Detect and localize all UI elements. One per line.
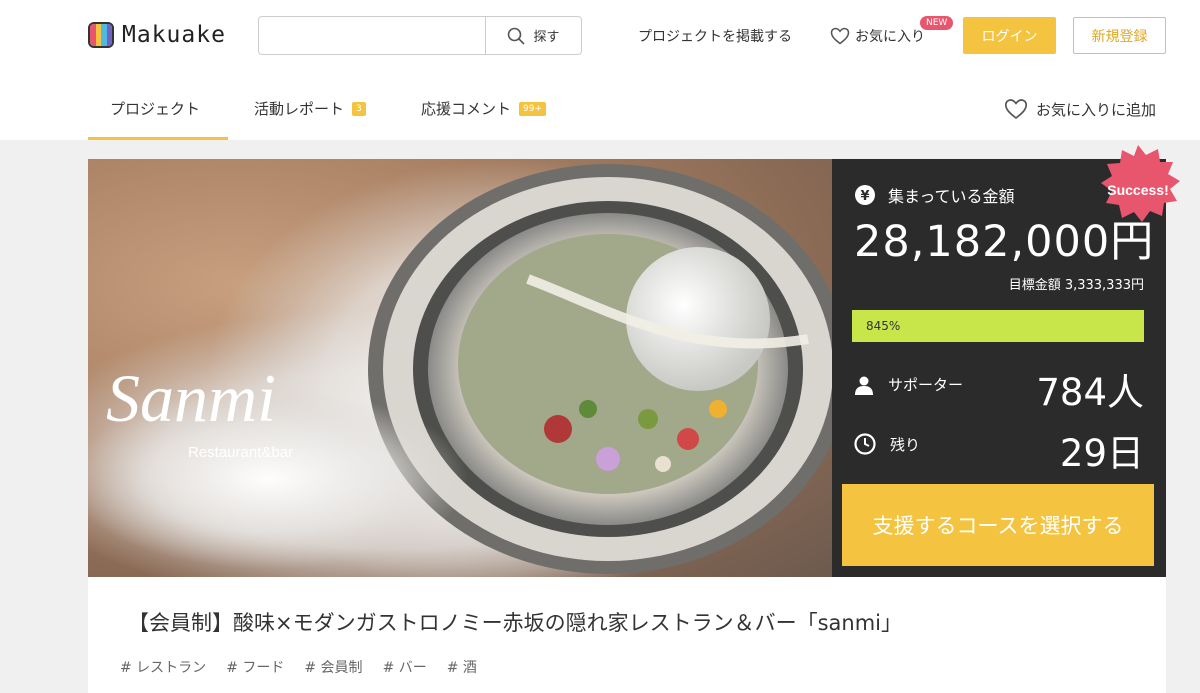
login-button[interactable]: ログイン	[963, 17, 1056, 54]
funding-stats-panel: Success! ¥ 集まっている金額 28,182,000円 目標金額 3,3…	[832, 145, 1180, 577]
progress-bar: 845%	[852, 310, 1144, 342]
search-button[interactable]: 探す	[485, 17, 581, 54]
search-bar: 探す	[258, 16, 582, 55]
remaining-label: 残り	[890, 435, 921, 454]
logo-text: Makuake	[122, 22, 226, 48]
tab-comments[interactable]: 応援コメント 99+	[421, 98, 547, 119]
site-header: Makuake 探す プロジェクトを掲載する お気に入り NEW ログイン 新規…	[0, 0, 1200, 140]
success-badge-label: Success!	[1107, 182, 1168, 198]
collected-label: 集まっている金額	[888, 187, 1015, 206]
add-favorite-label: お気に入りに追加	[1036, 100, 1157, 119]
yen-icon: ¥	[855, 185, 875, 205]
tag-list: # レストラン # フード # 会員制 # バー # 酒	[120, 657, 497, 677]
comments-count-badge: 99+	[519, 101, 547, 116]
hero-illustration: Sanmi Restaurant&bar	[88, 159, 832, 577]
favorites-label: お気に入り	[855, 29, 925, 45]
hero-brand-subtitle: Restaurant&bar	[188, 444, 293, 461]
progress-fill: 845%	[852, 310, 1144, 342]
signup-button[interactable]: 新規登録	[1073, 17, 1166, 54]
select-course-button[interactable]: 支援するコースを選択する	[842, 484, 1154, 566]
tag-link[interactable]: # バー	[383, 657, 427, 677]
tag-link[interactable]: # フード	[226, 657, 284, 677]
tab-comments-label: 応援コメント	[421, 100, 512, 118]
user-icon	[855, 376, 873, 395]
new-badge: NEW	[920, 16, 954, 30]
tag-link[interactable]: # 会員制	[304, 657, 362, 677]
active-tab-indicator	[88, 137, 228, 140]
project-hero-image: Sanmi Restaurant&bar	[88, 159, 832, 577]
project-title: 【会員制】酸味×モダンガストロノミー赤坂の隠れ家レストラン＆バー「sanmi」	[128, 611, 903, 635]
heart-icon	[830, 27, 850, 45]
activity-report-count-badge: 3	[352, 101, 366, 116]
search-input[interactable]	[259, 17, 485, 54]
remaining-value: 29日	[1059, 432, 1144, 475]
favorites-link[interactable]: お気に入り	[830, 26, 925, 46]
progress-percent: 845%	[866, 319, 901, 333]
tab-project[interactable]: プロジェクト	[110, 98, 200, 119]
logo-mark-icon	[88, 22, 114, 48]
clock-icon	[854, 433, 876, 455]
tab-project-label: プロジェクト	[110, 100, 201, 118]
search-button-label: 探す	[533, 30, 560, 45]
project-summary: 【会員制】酸味×モダンガストロノミー赤坂の隠れ家レストラン＆バー「sanmi」 …	[88, 577, 1166, 693]
goal-amount: 目標金額 3,333,333円	[1008, 278, 1144, 293]
makuake-logo[interactable]: Makuake	[88, 22, 226, 48]
hero-brand-script: Sanmi	[106, 360, 276, 436]
tag-link[interactable]: # 酒	[447, 657, 477, 677]
tab-activity-report[interactable]: 活動レポート 3	[254, 98, 366, 119]
collected-amount: 28,182,000円	[854, 217, 1155, 267]
add-favorite-button[interactable]: お気に入りに追加	[1004, 98, 1156, 120]
supporters-value: 784人	[1036, 371, 1144, 414]
tab-activity-report-label: 活動レポート	[254, 100, 345, 118]
post-project-link[interactable]: プロジェクトを掲載する	[638, 26, 792, 46]
search-icon	[508, 27, 526, 45]
heart-icon	[1004, 99, 1028, 120]
supporters-label: サポーター	[888, 376, 964, 394]
svg-text:¥: ¥	[860, 189, 869, 204]
tag-link[interactable]: # レストラン	[120, 657, 206, 677]
